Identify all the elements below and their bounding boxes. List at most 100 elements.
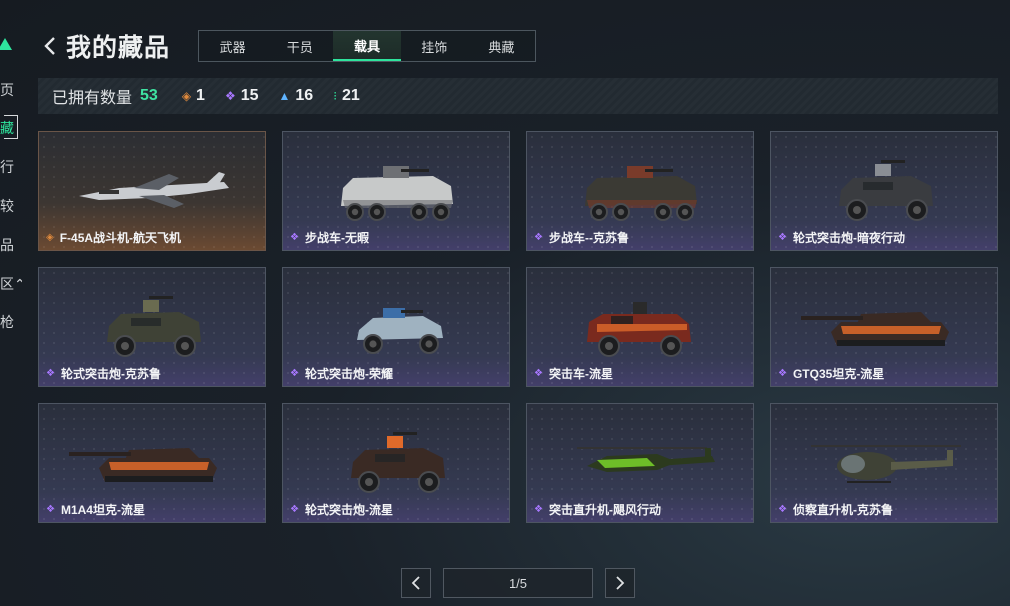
ownership-stats-bar: 已拥有数量 53 ◈ 1 ❖ 15 ▲ 16 ⁝ 21: [38, 78, 998, 114]
rarity-count-value: 21: [342, 87, 360, 104]
category-tabs: 武器 干员 载具 挂饰 典藏: [198, 30, 536, 62]
vehicle-name: GTQ35坦克-流星: [792, 367, 885, 381]
vehicle-name: 轮式突击炮-流星: [304, 503, 393, 517]
gold-rarity-icon: ◈: [46, 232, 54, 243]
vehicle-name: 轮式突击炮-暗夜行动: [792, 231, 905, 245]
nav-item-6[interactable]: 区⌃: [0, 274, 22, 294]
vehicle-card[interactable]: ❖ 轮式突击炮-暗夜行动: [770, 131, 998, 251]
vehicle-name-row: ❖ 轮式突击炮-流星: [290, 501, 393, 518]
purple-rarity-icon: ❖: [534, 368, 543, 379]
purple-rarity-icon: ❖: [778, 368, 787, 379]
rarity-count-value: 15: [240, 87, 259, 104]
vehicle-name: 步战车--克苏鲁: [548, 231, 629, 245]
armored-car-image: [771, 138, 997, 230]
nav-item-3[interactable]: 行: [0, 157, 22, 177]
vehicle-name-row: ❖ 突击车-流星: [534, 365, 613, 382]
vehicle-name-row: ❖ 突击直升机-飓风行动: [534, 501, 661, 518]
jet-image: [39, 138, 265, 230]
vehicle-card[interactable]: ❖ 轮式突击炮-荣耀: [282, 267, 510, 387]
purple-rarity-icon: ❖: [290, 232, 299, 243]
tab-vehicles[interactable]: 载具: [333, 31, 401, 61]
purple-rarity-icon: ❖: [534, 232, 543, 243]
truck-image: [527, 274, 753, 366]
nav-active-indicator: [4, 115, 18, 139]
nav-item-4[interactable]: 较: [0, 196, 22, 216]
vehicle-card[interactable]: ❖ 步战车--克苏鲁: [526, 131, 754, 251]
rarity-count-value: 1: [196, 87, 205, 104]
page-header: 我的藏品: [40, 28, 170, 64]
gold-rarity-icon: ◈: [181, 89, 192, 103]
vehicle-card[interactable]: ❖ 轮式突击炮-流星: [282, 403, 510, 523]
armored-car-image: [283, 410, 509, 502]
purple-rarity-icon: ❖: [778, 232, 787, 243]
scout-heli-image: [771, 410, 997, 502]
vehicle-name-row: ❖ M1A4坦克-流星: [46, 501, 145, 518]
vehicle-name-row: ◈ F-45A战斗机-航天飞机: [46, 229, 181, 246]
armored-car-image: [39, 274, 265, 366]
vehicle-name-row: ❖ 步战车--克苏鲁: [534, 229, 629, 246]
buggy-image: [283, 274, 509, 366]
tab-operators[interactable]: 干员: [266, 31, 333, 61]
tab-weapons[interactable]: 武器: [199, 31, 266, 61]
page-title: 我的藏品: [66, 34, 171, 62]
purple-rarity-icon: ❖: [290, 504, 299, 515]
apc-image: [527, 138, 753, 230]
owned-count-value: 53: [140, 87, 158, 104]
blue-rarity-icon: ▲: [278, 89, 291, 103]
rarity-count-2: ▲ 16: [279, 87, 314, 105]
vehicle-name: 侦察直升机-克苏鲁: [792, 503, 893, 517]
rarity-count-value: 16: [295, 87, 314, 104]
tank-image: [771, 274, 997, 366]
back-button[interactable]: [40, 31, 60, 61]
vehicle-name: F-45A战斗机-航天飞机: [59, 231, 182, 245]
vehicle-name: 轮式突击炮-克苏鲁: [60, 367, 161, 381]
nav-item-5[interactable]: 品: [0, 235, 22, 255]
tab-collectors[interactable]: 典藏: [468, 31, 535, 61]
chevron-left-icon: [411, 576, 420, 590]
vehicle-card[interactable]: ❖ 步战车-无暇: [282, 131, 510, 251]
vehicle-card[interactable]: ❖ M1A4坦克-流星: [38, 403, 266, 523]
vehicle-name: 突击车-流星: [548, 367, 613, 381]
green-rarity-icon: ⁝: [333, 89, 338, 103]
vehicle-name-row: ❖ GTQ35坦克-流星: [778, 365, 884, 382]
vehicle-name: 轮式突击炮-荣耀: [304, 367, 393, 381]
purple-rarity-icon: ❖: [778, 504, 787, 515]
chevron-right-icon: [616, 576, 625, 590]
vehicle-name-row: ❖ 步战车-无暇: [290, 229, 369, 246]
vehicle-name: M1A4坦克-流星: [60, 503, 145, 517]
logo-icon: [0, 38, 12, 50]
vehicle-card[interactable]: ❖ 侦察直升机-克苏鲁: [770, 403, 998, 523]
pagination: 1/5: [401, 568, 635, 598]
owned-count-label: 已拥有数量: [52, 90, 133, 107]
purple-rarity-icon: ❖: [224, 89, 236, 103]
rarity-count-0: ◈ 1: [182, 87, 205, 105]
vehicle-name-row: ❖ 轮式突击炮-荣耀: [290, 365, 393, 382]
purple-rarity-icon: ❖: [46, 368, 55, 379]
vehicle-card[interactable]: ❖ 突击车-流星: [526, 267, 754, 387]
nav-item-7[interactable]: 枪: [0, 312, 22, 332]
vehicle-name-row: ❖ 侦察直升机-克苏鲁: [778, 501, 893, 518]
purple-rarity-icon: ❖: [290, 368, 299, 379]
tank-image: [39, 410, 265, 502]
nav-item-home[interactable]: 页: [0, 80, 22, 100]
page-indicator: 1/5: [443, 568, 593, 598]
vehicle-card[interactable]: ❖ GTQ35坦克-流星: [770, 267, 998, 387]
purple-rarity-icon: ❖: [46, 504, 55, 515]
prev-page-button[interactable]: [401, 568, 431, 598]
vehicle-card[interactable]: ❖ 轮式突击炮-克苏鲁: [38, 267, 266, 387]
attack-heli-image: [527, 410, 753, 502]
vehicle-name: 步战车-无暇: [304, 231, 369, 245]
rarity-count-1: ❖ 15: [225, 87, 259, 105]
vehicle-name: 突击直升机-飓风行动: [548, 503, 661, 517]
tab-charms[interactable]: 挂饰: [401, 31, 468, 61]
vehicle-card[interactable]: ❖ 突击直升机-飓风行动: [526, 403, 754, 523]
next-page-button[interactable]: [605, 568, 635, 598]
apc-image: [283, 138, 509, 230]
left-nav: 页 藏 行 较 品 区⌃ 枪: [0, 0, 22, 606]
vehicle-name-row: ❖ 轮式突击炮-克苏鲁: [46, 365, 161, 382]
purple-rarity-icon: ❖: [534, 504, 543, 515]
vehicle-card[interactable]: ◈ F-45A战斗机-航天飞机: [38, 131, 266, 251]
chevron-left-icon: [44, 37, 55, 55]
vehicle-name-row: ❖ 轮式突击炮-暗夜行动: [778, 229, 905, 246]
rarity-count-3: ⁝ 21: [333, 87, 360, 105]
